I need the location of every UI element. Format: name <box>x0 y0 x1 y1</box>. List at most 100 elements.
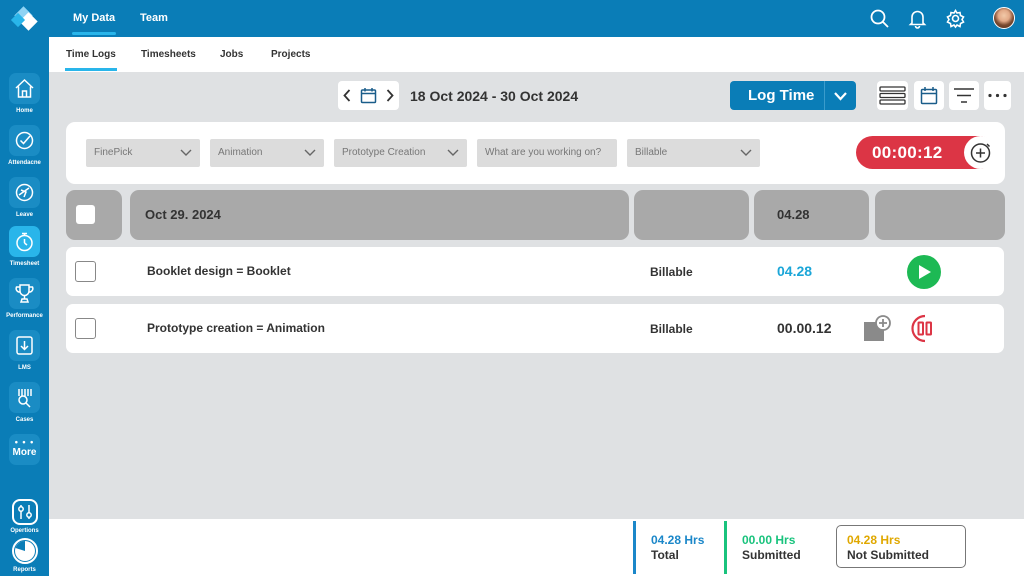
log-time-label: Log Time <box>748 87 815 104</box>
date-range-label: 18 Oct 2024 - 30 Oct 2024 <box>410 88 579 104</box>
table-row: Prototype creation = Animation Billable … <box>66 304 1004 353</box>
chevron-down-icon[interactable] <box>833 90 848 102</box>
total-hours-label: Total <box>651 548 679 562</box>
client-select[interactable]: FinePick <box>86 139 200 167</box>
trophy-icon <box>15 284 34 303</box>
pause-icon <box>911 314 932 343</box>
home-icon <box>15 78 34 98</box>
group-hours-cell: 04.28 <box>754 190 869 240</box>
calendar-icon <box>920 87 938 105</box>
add-note-icon[interactable] <box>862 314 892 344</box>
sidebar-item-timesheet[interactable]: Timesheet <box>0 226 49 278</box>
chevron-down-icon <box>447 149 459 156</box>
sidebar-item-label: LMS <box>18 365 31 371</box>
submitted-hours-stat: 00.00 Hrs Submitted <box>724 521 829 574</box>
bell-icon[interactable] <box>907 8 928 29</box>
row-checkbox[interactable] <box>75 261 96 282</box>
add-time-icon <box>970 143 991 163</box>
sidebar-item-reports[interactable]: Reports <box>0 538 49 576</box>
chevron-right-icon[interactable] <box>385 88 395 103</box>
sidebar-item-label: Home <box>16 108 33 114</box>
add-timer-button[interactable] <box>964 136 997 169</box>
date-navigator <box>338 81 399 110</box>
more-horizontal-icon <box>988 93 1007 98</box>
tab-my-data[interactable]: My Data <box>71 0 117 37</box>
task-select[interactable]: Prototype Creation <box>334 139 467 167</box>
sidebar-item-leave[interactable]: Leave <box>0 177 49 229</box>
log-time-button[interactable]: Log Time <box>730 81 856 110</box>
client-select-value: FinePick <box>94 147 133 158</box>
category-select[interactable]: Animation <box>210 139 324 167</box>
chevron-left-icon[interactable] <box>342 88 352 103</box>
total-hours-value: 04.28 Hrs <box>651 533 705 547</box>
sidebar-item-label: Timesheet <box>9 261 40 267</box>
search-icon[interactable] <box>869 8 890 29</box>
row-hours: 00.00.12 <box>777 320 832 336</box>
select-all-checkbox[interactable] <box>76 205 95 224</box>
download-icon <box>16 336 33 355</box>
billing-select-value: Billable <box>635 147 668 158</box>
sliders-icon <box>18 505 32 519</box>
calendar-icon[interactable] <box>360 87 377 104</box>
filter-button[interactable] <box>949 81 979 110</box>
tab-time-logs[interactable]: Time Logs <box>65 37 117 72</box>
sidebar-item-attendance[interactable]: Attendacne <box>0 125 49 177</box>
pause-button[interactable] <box>909 313 939 344</box>
description-placeholder: What are you working on? <box>485 147 602 158</box>
row-hours: 04.28 <box>777 263 813 279</box>
table-row: Booklet design = Booklet Billable 04.28 <box>66 247 1004 296</box>
sidebar-item-cases[interactable]: Cases <box>0 382 49 434</box>
sidebar-item-label: Performance <box>6 313 43 319</box>
cases-icon <box>18 389 32 408</box>
timer[interactable]: 00:00:12 <box>856 136 997 169</box>
gear-icon[interactable] <box>945 8 966 29</box>
calendar-view-button[interactable] <box>914 81 944 110</box>
sidebar-item-label: Leave <box>15 212 33 218</box>
avatar[interactable] <box>993 7 1015 29</box>
play-button[interactable] <box>907 255 941 289</box>
description-input[interactable]: What are you working on? <box>477 139 617 167</box>
group-actions-cell <box>875 190 1005 240</box>
list-view-button[interactable] <box>877 81 908 110</box>
row-title: Booklet design = Booklet <box>147 264 291 278</box>
row-billing: Billable <box>650 265 693 279</box>
billing-select[interactable]: Billable <box>627 139 760 167</box>
group-hours: 04.28 <box>777 207 810 222</box>
tab-team[interactable]: Team <box>140 0 168 37</box>
not-submitted-hours-label: Not Submitted <box>847 548 929 562</box>
sidebar-item-label: Attendacne <box>8 160 41 166</box>
not-submitted-hours-stat[interactable]: 04.28 Hrs Not Submitted <box>836 525 966 568</box>
row-billing: Billable <box>650 322 693 336</box>
list-view-icon <box>879 86 906 105</box>
row-checkbox[interactable] <box>75 318 96 339</box>
submitted-hours-value: 00.00 Hrs <box>742 533 796 547</box>
sidebar-item-home[interactable]: Home <box>0 73 49 125</box>
timer-value: 00:00:12 <box>872 143 943 162</box>
sidebar-more-button[interactable]: • • • More <box>0 434 49 486</box>
more-label: More <box>12 447 37 458</box>
pie-chart-icon <box>15 541 35 561</box>
more-options-button[interactable] <box>984 81 1011 110</box>
chevron-down-icon <box>740 149 752 156</box>
row-title: Prototype creation = Animation <box>147 321 325 335</box>
leave-icon <box>15 183 34 202</box>
tab-timesheets[interactable]: Timesheets <box>141 37 196 72</box>
sidebar-item-lms[interactable]: LMS <box>0 330 49 382</box>
top-bar: My Data Team <box>49 0 1024 37</box>
group-date: Oct 29. 2024 <box>145 207 221 222</box>
not-submitted-hours-value: 04.28 Hrs <box>847 533 901 547</box>
tab-projects[interactable]: Projects <box>271 37 310 72</box>
total-hours-stat: 04.28 Hrs Total <box>633 521 723 574</box>
sub-tabs: Time Logs Timesheets Jobs Projects <box>49 37 1024 72</box>
app-logo <box>10 6 38 31</box>
sidebar-item-label: Reports <box>13 567 36 573</box>
submitted-hours-label: Submitted <box>742 548 801 562</box>
chevron-down-icon <box>304 149 316 156</box>
sidebar-item-label: Cases <box>15 417 34 423</box>
play-icon <box>919 265 931 279</box>
group-date-cell: Oct 29. 2024 <box>130 190 629 240</box>
sidebar: Home Attendacne Leave Timesheet Performa… <box>0 0 49 576</box>
sidebar-item-performance[interactable]: Performance <box>0 278 49 330</box>
tab-jobs[interactable]: Jobs <box>220 37 243 72</box>
attendance-icon <box>15 131 34 150</box>
